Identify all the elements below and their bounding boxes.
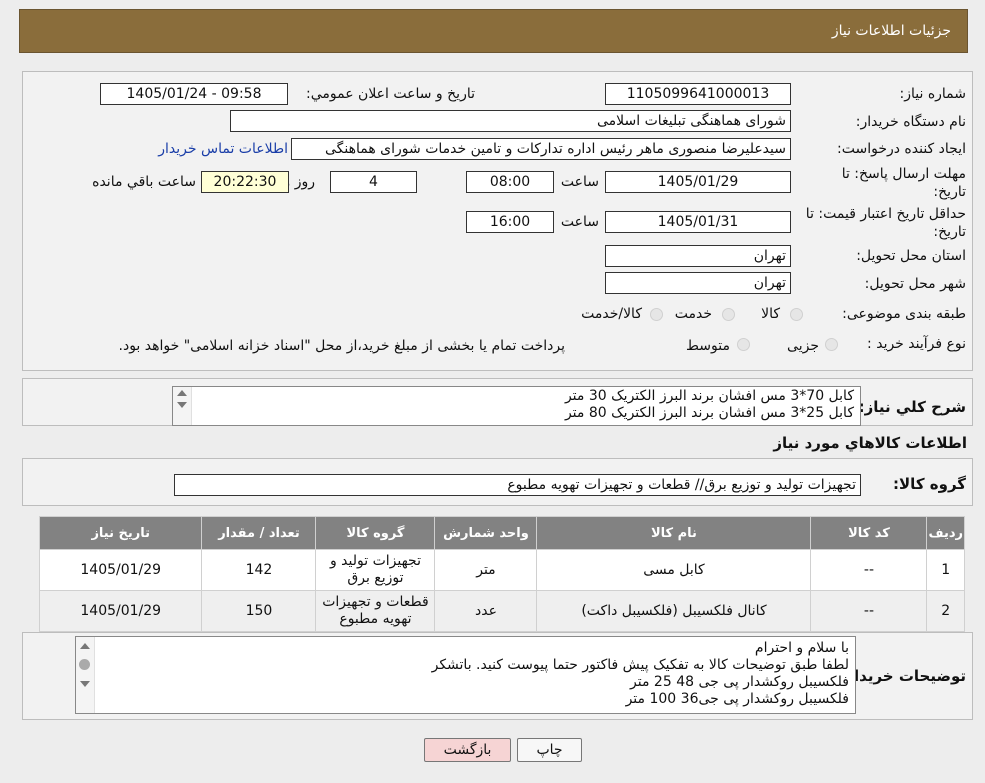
cell-quantity: 150 [201,590,317,632]
cell-group: قطعات و تجهیزات تهویه مطبوع [315,590,436,632]
process-radio-minor[interactable] [825,338,838,351]
city-label: شهر محل تحویل: [864,276,966,292]
process-note: پرداخت تمام یا بخشی از مبلغ خرید،از محل … [118,338,565,354]
cell-need-date: 1405/01/29 [38,590,203,632]
summary-label: شرح کلي نياز: [858,398,966,416]
category-option-goods-service: کالا/خدمت [581,306,642,322]
category-radio-service[interactable] [722,308,735,321]
category-radio-goods-service[interactable] [650,308,663,321]
creator-label: ایجاد کننده درخواست: [837,141,966,157]
validity-time-field: 16:00 [466,211,554,233]
col-row: رديف [926,516,965,550]
buyer-label: نام دستگاه خريدار: [855,114,966,130]
col-need-date: تاريخ نياز [38,516,203,550]
validity-label: حداقل تاریخ اعتبار قیمت: تا [805,206,966,222]
need-number-field: 1105099641000013 [605,83,791,105]
announce-label: تاریخ و ساعت اعلان عمومي: [306,86,475,102]
cell-row: 2 [926,590,965,632]
goods-group-field: تجهیزات تولید و توزیع برق// قطعات و تجهی… [174,474,861,496]
goods-group-label: گروه کالا: [893,475,966,493]
buyer-notes-line-4: فلکسیبل روکشدار پی جی36 100 متر [625,691,849,707]
summary-scrollbar[interactable] [173,387,192,425]
cell-group: تجهیزات تولید و توزیع برق [315,549,436,591]
deadline-time-label: ساعت [560,174,599,190]
buyer-notes-label: توضیحات خریدار: [839,667,966,685]
buyer-notes-line-3: فلکسیبل روکشدار پی جی 48 25 متر [630,674,849,690]
cell-name: کابل مسی [536,549,812,591]
scroll-down-icon[interactable] [80,681,90,687]
page-header: جزئیات اطلاعات نیاز [19,9,968,53]
province-label: استان محل تحویل: [856,248,966,264]
summary-line-1: کابل 70*3 مس افشان برند البرز الکتریک 30… [564,388,854,404]
table-row: 2 -- کانال فلکسیبل (فلکسیبل داکت) عدد قط… [38,590,965,632]
buyer-notes-scrollbar[interactable] [76,637,95,713]
buyer-notes-textarea[interactable]: با سلام و احترام لطفا طبق توضیحات کالا ب… [75,636,856,714]
creator-field: سیدعلیرضا منصوری ماهر رئیس اداره تدارکات… [291,138,791,160]
announce-datetime-field: 1405/01/24 - 09:58 [100,83,288,105]
buyer-notes-line-1: با سلام و احترام [754,640,849,656]
summary-textarea[interactable]: کابل 70*3 مس افشان برند البرز الکتریک 30… [172,386,861,426]
col-name: نام کالا [536,516,812,550]
scroll-up-icon[interactable] [177,390,187,396]
deadline-label: مهلت ارسال پاسخ: تا [841,166,966,182]
col-unit: واحد شمارش [434,516,538,550]
page-title: جزئیات اطلاعات نیاز [831,23,951,39]
table-row: 1 -- کابل مسی متر تجهیزات تولید و توزیع … [38,549,965,591]
validity-label-2: تاریخ: [933,224,966,240]
buyer-notes-line-2: لطفا طبق توضیحات کالا به تفکیک پیش فاکتو… [431,657,849,673]
process-radio-medium[interactable] [737,338,750,351]
cell-code: -- [810,590,928,632]
deadline-label-2: تاریخ: [933,184,966,200]
cell-quantity: 142 [201,549,317,591]
province-field: تهران [605,245,791,267]
deadline-date-field: 1405/01/29 [605,171,791,193]
need-number-label: شماره نیاز: [899,86,967,102]
remaining-time-field: 20:22:30 [201,171,289,193]
days-field: 4 [330,171,417,193]
scroll-thumb-icon[interactable] [79,659,90,670]
process-label: نوع فرآیند خرید : [867,336,966,352]
deadline-time-field: 08:00 [466,171,554,193]
validity-date-field: 1405/01/31 [605,211,791,233]
category-option-service: خدمت [674,306,712,322]
category-radio-goods[interactable] [790,308,803,321]
cell-unit: متر [434,549,538,591]
process-option-medium: متوسط [686,338,730,354]
cell-need-date: 1405/01/29 [38,549,203,591]
remaining-label: ساعت باقي مانده [92,174,196,190]
process-option-minor: جزیی [787,338,819,354]
col-group: گروه کالا [315,516,436,550]
goods-section-title: اطلاعات کالاهاي مورد نياز [773,434,967,452]
category-option-goods: کالا [761,306,780,322]
scroll-down-icon[interactable] [177,402,187,408]
cell-name: کانال فلکسیبل (فلکسیبل داکت) [536,590,812,632]
city-field: تهران [605,272,791,294]
goods-table-header: رديف کد کالا نام کالا واحد شمارش گروه کا… [38,516,965,550]
validity-time-label: ساعت [560,214,599,230]
col-code: کد کالا [810,516,928,550]
goods-table: رديف کد کالا نام کالا واحد شمارش گروه کا… [38,516,965,632]
scroll-up-icon[interactable] [80,643,90,649]
cell-row: 1 [926,549,965,591]
cell-unit: عدد [434,590,538,632]
buyer-contact-link[interactable]: اطلاعات تماس خریدار [158,141,288,157]
cell-code: -- [810,549,928,591]
category-label: طبقه بندی موضوعی: [842,306,966,322]
back-button[interactable]: بازگشت [424,738,511,762]
print-button[interactable]: چاپ [517,738,582,762]
summary-line-2: کابل 25*3 مس افشان برند البرز الکتریک 80… [564,405,854,421]
buyer-field: شورای هماهنگی تبلیغات اسلامی [230,110,791,132]
col-quantity: تعداد / مقدار [201,516,317,550]
